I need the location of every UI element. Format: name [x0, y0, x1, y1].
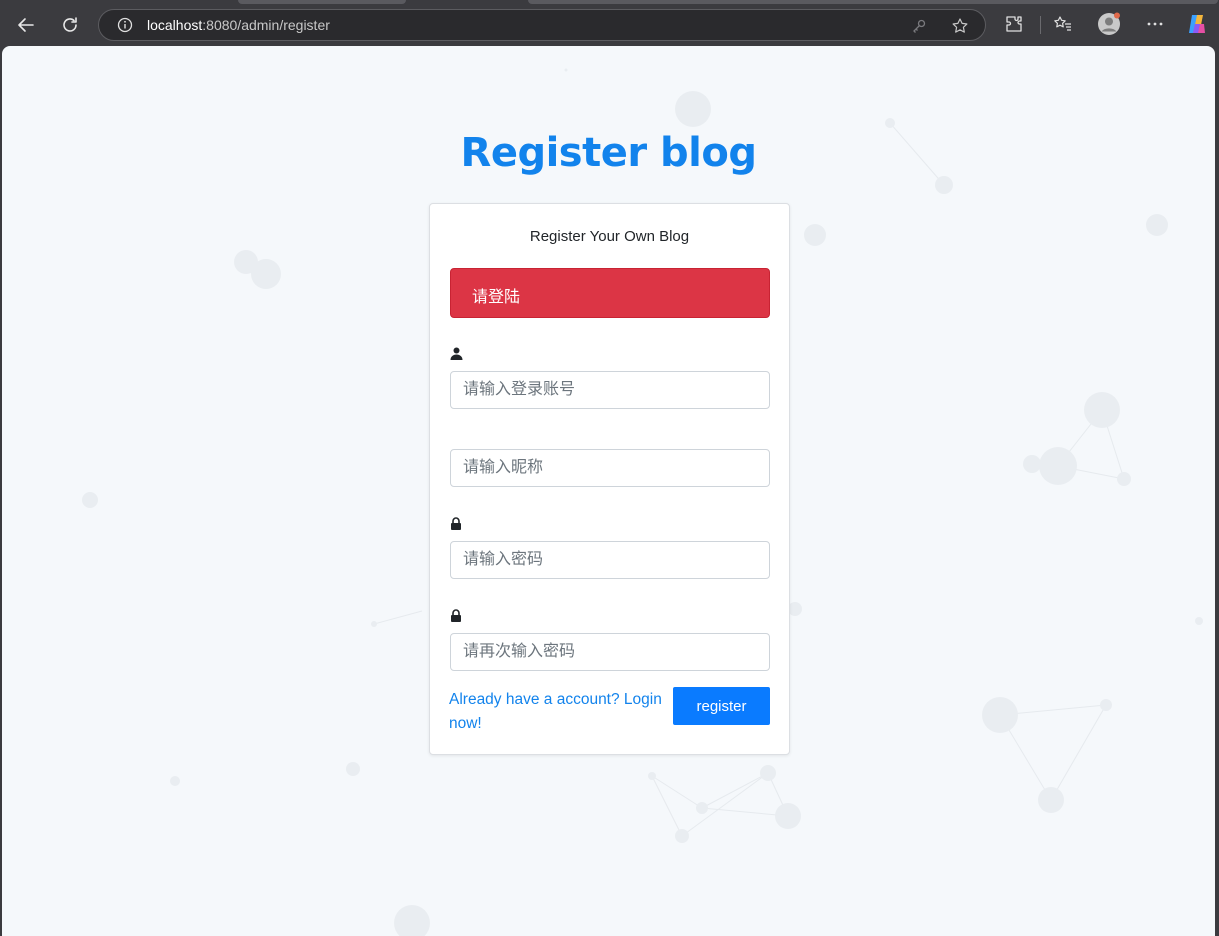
favorites-icon[interactable]	[1051, 12, 1075, 36]
more-menu-icon[interactable]	[1143, 12, 1167, 36]
site-info-icon[interactable]	[115, 15, 135, 35]
url-text: localhost:8080/admin/register	[147, 17, 330, 33]
lock-icon	[450, 516, 464, 530]
address-bar[interactable]: localhost:8080/admin/register	[98, 9, 986, 41]
tab-edge	[238, 0, 406, 4]
register-card: Register Your Own Blog 请登陆 Already have …	[429, 203, 790, 755]
back-button[interactable]	[9, 8, 43, 42]
login-link[interactable]: Already have a account? Login now!	[449, 688, 664, 736]
back-arrow-icon	[18, 18, 34, 32]
reload-icon	[63, 17, 77, 32]
browser-toolbar: localhost:8080/admin/register	[0, 0, 1219, 48]
reload-button[interactable]	[53, 8, 87, 42]
profile-avatar-icon[interactable]	[1097, 12, 1121, 36]
nickname-input[interactable]	[450, 449, 770, 487]
lock-icon	[450, 608, 464, 622]
extensions-icon[interactable]	[1002, 12, 1026, 36]
favorite-star-icon[interactable]	[950, 16, 970, 36]
error-alert: 请登陆	[450, 268, 770, 318]
confirm-password-input[interactable]	[450, 633, 770, 671]
toolbar-divider	[1040, 16, 1041, 34]
user-icon	[450, 346, 464, 360]
card-subtitle: Register Your Own Blog	[529, 228, 690, 245]
password-input[interactable]	[450, 541, 770, 579]
account-input[interactable]	[450, 371, 770, 409]
tab-edge	[528, 0, 1218, 4]
page-title: Register blog	[460, 130, 757, 176]
password-key-icon[interactable]	[909, 16, 929, 36]
copilot-icon[interactable]	[1185, 12, 1209, 36]
page-viewport: Register blog Register Your Own Blog 请登陆…	[2, 46, 1215, 936]
register-button[interactable]: register	[673, 687, 770, 725]
